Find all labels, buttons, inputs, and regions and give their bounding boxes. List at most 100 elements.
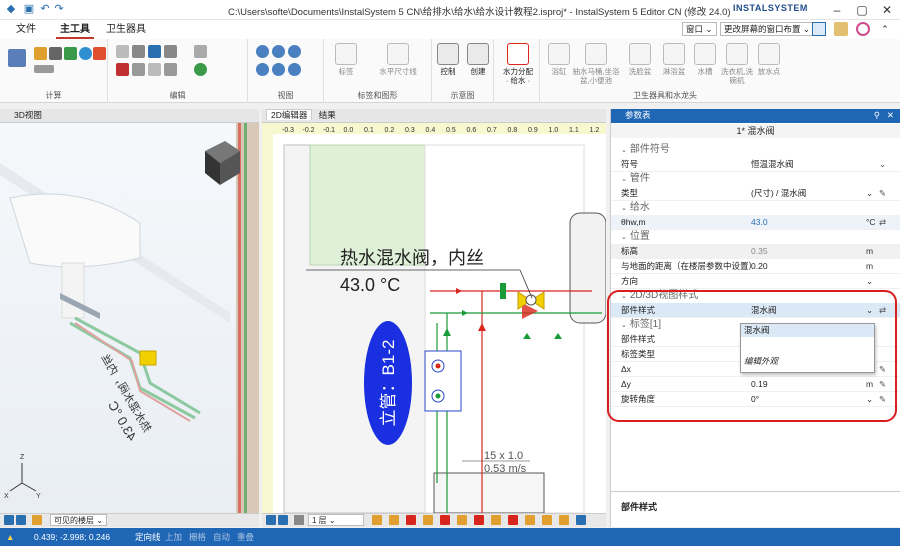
property-value[interactable]: 0.20 (751, 259, 768, 274)
fixture-button[interactable]: 洗脸盆 (624, 43, 656, 76)
tab-file[interactable]: 文件 (12, 22, 40, 39)
editor-tool-icon[interactable] (559, 515, 569, 525)
move-icon[interactable] (164, 45, 177, 58)
tab-2d-editor[interactable]: 2D编辑器 (266, 109, 313, 120)
floor-visibility-select[interactable]: 可见的楼层 ⌄ (50, 514, 107, 526)
editor-tool-icon[interactable] (389, 515, 399, 525)
warning-icon[interactable]: ▲ (6, 528, 14, 546)
dimension-button[interactable]: 水平尺寸线 (372, 43, 424, 76)
zoom-prev-icon[interactable] (272, 63, 285, 76)
distribution-button[interactable]: 水力分配 · 给水 · (498, 43, 538, 85)
fire-icon[interactable] (93, 47, 106, 60)
zoom-in-icon[interactable] (256, 45, 269, 58)
paste-icon[interactable] (132, 45, 145, 58)
mixing-valve-3d[interactable] (139, 350, 157, 366)
chevron-down-icon[interactable]: ⌄ (879, 157, 886, 172)
fixture-button[interactable]: 浴缸 (546, 43, 572, 76)
editor-canvas[interactable]: -0.3 -0.2 -0.1 0.0 0.1 0.2 0.3 0.4 0.5 0.6 0.7 0.8 0… (262, 123, 606, 513)
create-button[interactable]: 创建 (464, 43, 492, 76)
calc-tool-icon[interactable] (34, 65, 54, 73)
calc-tool-icon[interactable] (49, 47, 62, 60)
editor-tool-icon[interactable] (406, 515, 416, 525)
property-row[interactable]: 与地面的距离（在楼层参数中设置） 0.20 m (611, 259, 900, 274)
calc-tool-icon[interactable] (64, 47, 77, 60)
editor-tool-icon[interactable] (491, 515, 501, 525)
property-section[interactable]: ⌄ 位置 (611, 230, 900, 244)
cut-icon[interactable] (116, 63, 129, 76)
fixture-button[interactable]: 放水点 (754, 43, 784, 76)
collapse-ribbon-icon[interactable]: ⌃ (878, 22, 892, 36)
copy-icon[interactable] (116, 45, 129, 58)
tab-main-tools[interactable]: 主工具 (56, 22, 94, 39)
status-toggle[interactable]: 定向线 (135, 528, 161, 546)
editor-tool-icon[interactable] (508, 515, 518, 525)
arrow-down-icon[interactable] (278, 515, 288, 525)
calc-tool-icon[interactable] (34, 47, 47, 60)
edit-icon[interactable]: ✎ (879, 186, 886, 201)
control-button[interactable]: 控制 (434, 43, 462, 76)
label-button[interactable]: 标签 (328, 43, 364, 76)
window-menu[interactable]: 窗口 ⌄ (682, 22, 717, 36)
view3d-canvas[interactable]: 热水混水阀，内丝 43.0 °C Z X Y (0, 123, 259, 513)
floor-select[interactable]: 1 层 ⌄ (308, 514, 364, 526)
property-row[interactable]: 方向 ⌄ (611, 274, 900, 289)
property-value[interactable]: 恒温混水阀 (751, 157, 794, 172)
editor-tool-icon[interactable] (423, 515, 433, 525)
nav-cube[interactable] (205, 141, 240, 185)
fixture-button[interactable]: 抽水马桶,坐浴盆,小便池 (572, 43, 620, 85)
undo-icon[interactable] (148, 45, 161, 58)
status-toggle[interactable]: 重叠 (237, 528, 254, 546)
fixture-button[interactable]: 洗衣机,洗碗机 (720, 43, 754, 85)
riser-tag[interactable]: 立管：B1-2 (364, 321, 412, 445)
status-toggle[interactable]: 上加 (165, 528, 182, 546)
property-row[interactable]: 类型 (尺寸) / 混水阀 ⌄ ✎ (611, 186, 900, 201)
save-icon[interactable]: ▣ (22, 3, 36, 16)
editor-tool-icon[interactable] (372, 515, 382, 525)
property-value[interactable]: 0.35 (751, 244, 768, 259)
zoom-fit-icon[interactable] (288, 45, 301, 58)
tab-results[interactable]: 结果 (315, 110, 340, 120)
arrow-up-icon[interactable] (4, 515, 14, 525)
property-value[interactable]: (尺寸) / 混水阀 (751, 186, 806, 201)
delete-icon[interactable] (132, 63, 145, 76)
settings-icon[interactable] (834, 22, 848, 36)
redo-icon[interactable]: ↷ (52, 3, 66, 16)
chevron-down-icon[interactable]: ⌄ (621, 205, 627, 212)
window-icon[interactable] (812, 22, 826, 36)
tool-icon[interactable] (164, 63, 177, 76)
editor-tool-icon[interactable] (440, 515, 450, 525)
property-row[interactable]: 符号 恒温混水阀 ⌄ (611, 157, 900, 172)
check-icon[interactable] (194, 63, 207, 76)
editor-tool-icon[interactable] (474, 515, 484, 525)
status-toggle[interactable]: 栅格 (189, 528, 206, 546)
zoom-window-icon[interactable] (256, 63, 269, 76)
property-row[interactable]: θhw,m 43.0 °C ⇄ (611, 215, 900, 230)
property-section[interactable]: ⌄ 部件符号 (611, 143, 900, 157)
undo-icon[interactable]: ↶ (38, 3, 52, 16)
tab-sanitary[interactable]: 卫生器具 (102, 22, 150, 39)
fixture-button[interactable]: 淋浴盆 (658, 43, 690, 76)
chevron-down-icon[interactable]: ⌄ (621, 176, 627, 183)
pin-icon[interactable]: ⚲ (874, 109, 880, 122)
fixture-button[interactable]: 水槽 (692, 43, 718, 76)
tool-icon[interactable] (194, 45, 207, 58)
layout-menu[interactable]: 更改屏幕的窗口布置 ⌄ (720, 22, 814, 36)
style-dropdown[interactable]: 混水阀 编辑外观 (740, 323, 875, 373)
property-value[interactable]: 43.0 (751, 215, 768, 230)
chevron-down-icon[interactable]: ⌄ (621, 234, 627, 241)
minimize-button[interactable]: – (825, 0, 849, 20)
status-toggle[interactable]: 自动 (213, 528, 230, 546)
chevron-down-icon[interactable]: ⌄ (621, 147, 627, 154)
arrow-up-icon[interactable] (266, 515, 276, 525)
editor-tool-icon[interactable] (525, 515, 535, 525)
globe-icon[interactable] (79, 47, 92, 60)
dropdown-option[interactable]: 混水阀 (741, 324, 874, 337)
close-button[interactable]: ✕ (875, 0, 899, 20)
calc-icon[interactable] (8, 49, 26, 67)
tool-icon[interactable] (148, 63, 161, 76)
help-icon[interactable] (856, 22, 870, 36)
link-icon[interactable]: ⇄ (879, 215, 886, 230)
editor-tool-icon[interactable] (457, 515, 467, 525)
property-section[interactable]: ⌄ 给水 (611, 201, 900, 215)
dropdown-option[interactable]: 编辑外观 (741, 355, 874, 368)
